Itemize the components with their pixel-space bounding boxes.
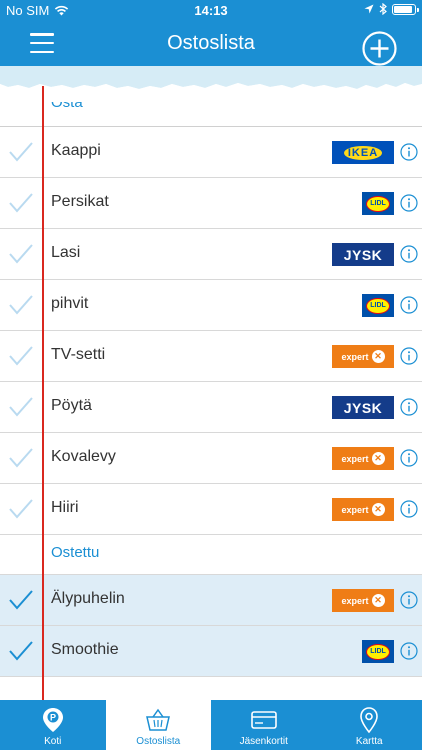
tab-ostoslista[interactable]: Ostoslista (105, 700, 211, 750)
card-icon (250, 711, 277, 729)
location-arrow-icon (364, 4, 374, 14)
store-logo-expert: expert ✕ (332, 498, 394, 521)
basket-icon (146, 708, 171, 731)
check-icon[interactable] (8, 446, 34, 470)
check-icon[interactable] (8, 395, 34, 419)
store-logo-lidl: LIDL (362, 294, 394, 317)
list-item[interactable]: Persikat LIDL (0, 178, 422, 229)
top-bar: No SIM 14:13 Ostoslista (0, 0, 422, 72)
info-icon[interactable] (400, 500, 418, 518)
info-icon[interactable] (400, 245, 418, 263)
list-item[interactable]: Älypuhelin expert ✕ (0, 575, 422, 626)
tab-label: Jäsenkortit (239, 736, 288, 747)
check-icon[interactable] (8, 293, 34, 317)
map-pin-icon (360, 707, 379, 734)
list-item[interactable]: Lasi JYSK (0, 229, 422, 280)
bought-list: Älypuhelin expert ✕ Smoothie LIDL (0, 575, 422, 677)
store-logo-expert: expert ✕ (332, 345, 394, 368)
shopping-list: Osta Kaappi IKEA Persikat LIDL Lasi JYSK pihvi… (0, 86, 422, 700)
list-item[interactable]: Pöytä JYSK (0, 382, 422, 433)
check-icon[interactable] (8, 344, 34, 368)
nav-bar: Ostoslista (0, 22, 422, 72)
check-icon[interactable] (8, 191, 34, 215)
status-right (364, 3, 419, 15)
list-item[interactable]: Kaappi IKEA (0, 127, 422, 178)
info-icon[interactable] (400, 449, 418, 467)
store-logo-lidl: LIDL (362, 640, 394, 663)
item-name: Kovalevy (51, 448, 116, 465)
margin-line (42, 86, 44, 700)
check-icon[interactable] (8, 639, 34, 663)
home-pin-icon: P (42, 708, 63, 732)
item-name: Smoothie (51, 641, 119, 658)
tab-koti[interactable]: P Koti (0, 700, 106, 750)
store-logo-jysk: JYSK (332, 396, 394, 419)
section-label: Ostettu (51, 544, 100, 561)
tab-label: Koti (44, 736, 62, 747)
info-icon[interactable] (400, 642, 418, 660)
info-icon[interactable] (400, 591, 418, 609)
info-icon[interactable] (400, 347, 418, 365)
item-name: TV-setti (51, 346, 106, 363)
bluetooth-icon (379, 3, 387, 15)
info-icon[interactable] (400, 194, 418, 212)
section-header-bought: Ostettu (0, 535, 422, 575)
list-item[interactable]: Kovalevy expert ✕ (0, 433, 422, 484)
add-item-button[interactable] (362, 31, 397, 66)
store-logo-expert: expert ✕ (332, 589, 394, 612)
svg-text:P: P (50, 713, 56, 723)
info-icon[interactable] (400, 296, 418, 314)
item-name: Lasi (51, 244, 81, 261)
torn-paper-edge (0, 66, 422, 102)
item-name: Kaappi (51, 142, 101, 159)
tab-bar: P Koti Ostoslista Jäsenkortit Kartta (0, 700, 422, 750)
tab-jasenkortit[interactable]: Jäsenkortit (211, 700, 317, 750)
list-item[interactable]: pihvit LIDL (0, 280, 422, 331)
info-icon[interactable] (400, 398, 418, 416)
tab-kartta[interactable]: Kartta (317, 700, 422, 750)
item-name: Pöytä (51, 397, 92, 414)
tab-label: Kartta (355, 736, 383, 747)
store-logo-expert: expert ✕ (332, 447, 394, 470)
check-icon[interactable] (8, 588, 34, 612)
check-icon[interactable] (8, 497, 34, 521)
info-icon[interactable] (400, 143, 418, 161)
page-title: Ostoslista (167, 32, 255, 54)
check-icon[interactable] (8, 140, 34, 164)
check-icon[interactable] (8, 242, 34, 266)
store-logo-lidl: LIDL (362, 192, 394, 215)
status-time: 14:13 (194, 3, 228, 18)
list-item[interactable]: Hiiri expert ✕ (0, 484, 422, 535)
status-bar: No SIM 14:13 (0, 0, 422, 22)
store-logo-jysk: JYSK (332, 243, 394, 266)
tab-label: Ostoslista (136, 736, 181, 747)
store-logo-ikea: IKEA (332, 141, 394, 164)
item-name: Hiiri (51, 499, 79, 516)
item-name: pihvit (51, 295, 89, 312)
item-name: Persikat (51, 193, 109, 210)
to-buy-list: Kaappi IKEA Persikat LIDL Lasi JYSK pihvit LIDL… (0, 127, 422, 535)
list-item[interactable]: Smoothie LIDL (0, 626, 422, 677)
battery-icon (392, 3, 419, 15)
list-item[interactable]: TV-setti expert ✕ (0, 331, 422, 382)
item-name: Älypuhelin (51, 590, 125, 607)
